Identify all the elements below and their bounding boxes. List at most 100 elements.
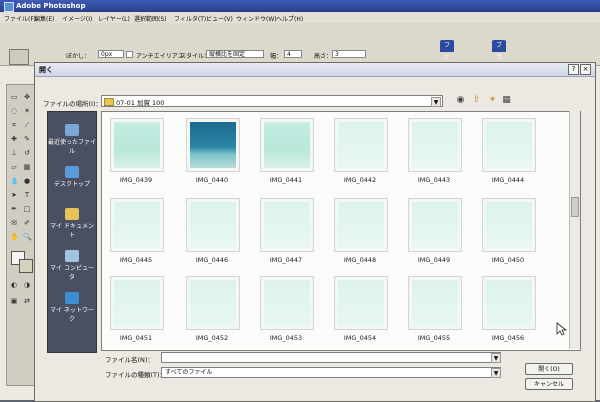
look-in-select[interactable]: 07-01 加賀 100 ▼	[101, 95, 443, 107]
filetype-dropdown-icon[interactable]: ▼	[491, 368, 501, 378]
file-name-label: IMG_0448	[343, 256, 377, 264]
file-thumbnail[interactable]	[408, 118, 462, 172]
file-name-label: IMG_0445	[119, 256, 153, 264]
file-thumbnail[interactable]	[260, 276, 314, 330]
place-my-network[interactable]: マイ ネットワーク	[48, 292, 96, 323]
dodge-tool-icon[interactable]: ●	[23, 177, 31, 185]
file-thumbnail[interactable]	[482, 198, 536, 252]
up-folder-icon[interactable]: ⇧	[471, 95, 482, 106]
place-my-documents[interactable]: マイ ドキュメント	[48, 208, 96, 239]
file-thumbnail[interactable]	[186, 118, 240, 172]
height-input[interactable]: 3	[332, 50, 366, 58]
pen-tool-icon[interactable]: ✒	[10, 205, 18, 213]
menu-select[interactable]: 選択範囲(S)	[134, 14, 167, 23]
filename-input[interactable]	[161, 352, 501, 363]
marquee-tool-icon[interactable]: ▭	[10, 93, 18, 101]
file-thumbnail[interactable]	[110, 276, 164, 330]
place-my-computer[interactable]: マイ コンピュータ	[48, 250, 96, 281]
place-desktop[interactable]: デスクトップ	[48, 166, 96, 188]
menu-window[interactable]: ウィンドウ(W)	[236, 14, 277, 23]
marquee-tool-preset-icon[interactable]	[9, 49, 29, 65]
open-file-dialog: 開く ? × ファイルの場所(I)： 07-01 加賀 100 ▼ ◉ ⇧ ✦ …	[34, 62, 596, 402]
path-select-icon[interactable]: ➤	[10, 191, 18, 199]
file-name-label: IMG_0447	[269, 256, 303, 264]
zoom-tool-icon[interactable]: 🔍	[23, 233, 32, 241]
type-tool-icon[interactable]: T	[23, 191, 31, 199]
standard-mode-icon[interactable]: ◑	[23, 281, 31, 289]
lasso-tool-icon[interactable]: ◌	[10, 107, 18, 115]
slice-tool-icon[interactable]: ⟋	[23, 121, 31, 129]
crop-tool-icon[interactable]: ⌗	[10, 121, 18, 129]
feather-label: ぼかし：	[66, 53, 91, 60]
eraser-tool-icon[interactable]: ▱	[10, 163, 18, 171]
scrollbar-thumb[interactable]	[571, 197, 579, 217]
file-thumbnail[interactable]	[482, 276, 536, 330]
menu-filter[interactable]: フィルタ(T)	[174, 14, 206, 23]
file-thumbnail[interactable]	[186, 198, 240, 252]
eyedropper-tool-icon[interactable]: ✐	[23, 219, 31, 227]
menu-image[interactable]: イメージ(I)	[62, 14, 92, 23]
file-thumbnail[interactable]	[110, 118, 164, 172]
shape-tool-icon[interactable]: □	[23, 205, 31, 213]
folder-icon	[104, 98, 114, 106]
help-button[interactable]: ?	[568, 64, 579, 75]
file-thumbnail[interactable]	[482, 118, 536, 172]
healing-brush-icon[interactable]: ✚	[10, 135, 18, 143]
jump-to-imageready-icon[interactable]: ⇄	[23, 297, 31, 305]
filename-dropdown-icon[interactable]: ▼	[491, 353, 501, 363]
style-select[interactable]: 縦横比を固定	[206, 50, 264, 58]
screen-mode-icon[interactable]: ▣	[10, 297, 18, 305]
tab-file-browser[interactable]: ファイルブラウザ	[440, 40, 455, 133]
file-thumbnail[interactable]	[408, 276, 462, 330]
feather-input[interactable]: 0px	[98, 50, 124, 58]
options-bar: ぼかし： 0px アンチエイリアス スタイル： 縦横比を固定 幅： 4 高さ： …	[0, 23, 600, 66]
vertical-scrollbar[interactable]	[569, 111, 580, 349]
open-button[interactable]: 開く(O)	[525, 363, 573, 375]
file-thumbnail[interactable]	[408, 198, 462, 252]
notes-tool-icon[interactable]: ✉	[10, 219, 18, 227]
chevron-down-icon[interactable]: ▼	[431, 97, 441, 107]
antialias-checkbox[interactable]	[126, 51, 133, 58]
menu-edit[interactable]: 編集(E)	[34, 14, 54, 23]
file-name-label: IMG_0446	[195, 256, 229, 264]
cancel-button[interactable]: キャンセル	[525, 378, 573, 390]
image-preview	[114, 280, 160, 326]
width-label: 幅：	[270, 53, 283, 60]
file-thumbnail[interactable]	[110, 198, 164, 252]
quick-mask-icon[interactable]: ◐	[10, 281, 18, 289]
file-thumbnail[interactable]	[334, 198, 388, 252]
image-preview	[264, 280, 310, 326]
gradient-tool-icon[interactable]: ▦	[23, 163, 31, 171]
width-input[interactable]: 4	[284, 50, 302, 58]
image-preview	[338, 280, 384, 326]
dialog-titlebar: 開く ? ×	[35, 63, 595, 77]
menu-help[interactable]: ヘルプ(H)	[276, 14, 303, 23]
tab-brushes[interactable]: ブラシ	[492, 40, 507, 73]
file-thumbnail[interactable]	[334, 276, 388, 330]
menu-view[interactable]: ビュー(V)	[206, 14, 233, 23]
file-thumbnail[interactable]	[186, 276, 240, 330]
hand-tool-icon[interactable]: ✋	[10, 233, 19, 241]
file-list-pane[interactable]: IMG_0439 IMG_0440 IMG_0441 IMG_0442 IMG_0443…	[101, 111, 581, 351]
file-name-label: IMG_0441	[269, 176, 303, 184]
close-button[interactable]: ×	[580, 64, 591, 75]
stamp-tool-icon[interactable]: ⊥	[10, 149, 18, 157]
my-network-icon	[65, 292, 79, 304]
menu-file[interactable]: ファイル(F)	[4, 14, 36, 23]
place-recent[interactable]: 最近使ったファイル	[48, 124, 96, 155]
magic-wand-tool-icon[interactable]: ✶	[23, 107, 31, 115]
image-preview	[190, 202, 236, 248]
back-icon[interactable]: ◉	[455, 95, 466, 106]
file-thumbnail[interactable]	[260, 118, 314, 172]
menu-layer[interactable]: レイヤー(L)	[98, 14, 130, 23]
history-brush-icon[interactable]: ↺	[23, 149, 31, 157]
filetype-select[interactable]: すべてのファイル	[161, 367, 501, 378]
move-tool-icon[interactable]: ✥	[23, 93, 31, 101]
brush-tool-icon[interactable]: ✎	[23, 135, 31, 143]
file-thumbnail[interactable]	[334, 118, 388, 172]
blur-tool-icon[interactable]: 💧	[10, 177, 19, 185]
new-folder-icon[interactable]: ✦	[487, 95, 498, 106]
file-thumbnail[interactable]	[260, 198, 314, 252]
view-menu-icon[interactable]: ▦	[501, 95, 512, 106]
background-color-swatch[interactable]	[19, 259, 33, 273]
